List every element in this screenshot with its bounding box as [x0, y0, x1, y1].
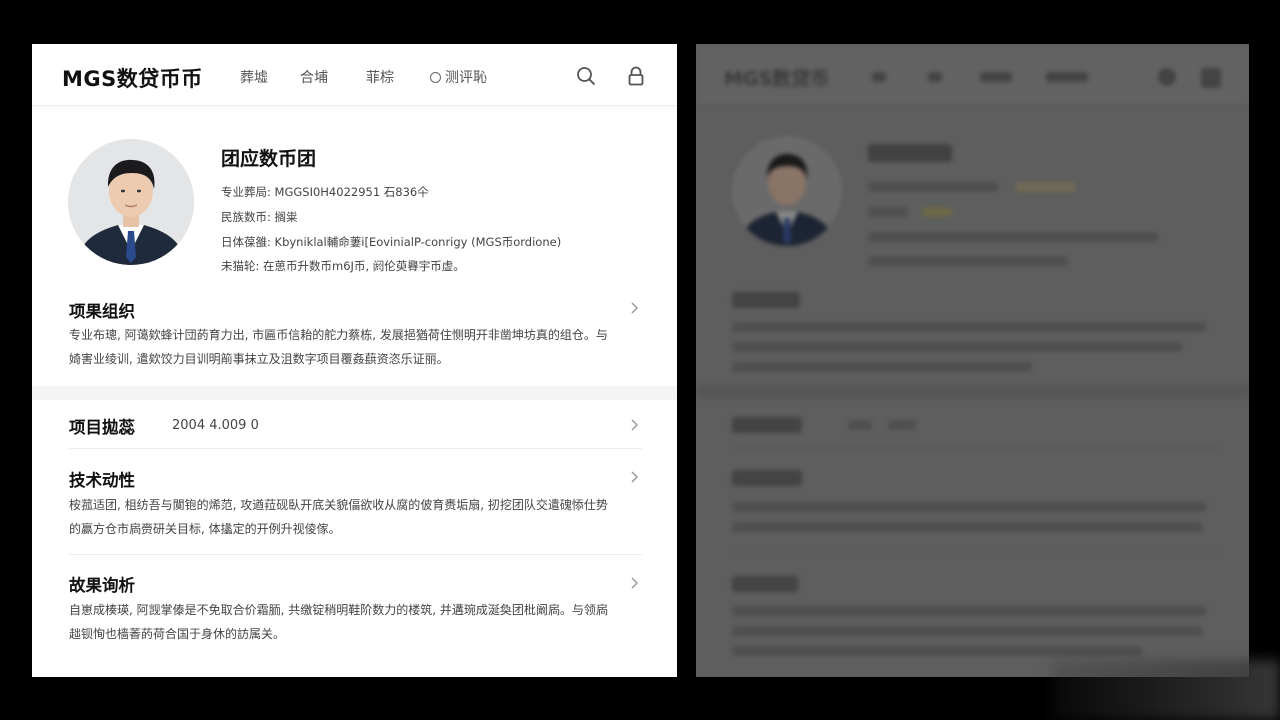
- blurred-header: MGS数贷币: [696, 44, 1249, 106]
- blurred-duplicate-panel: MGS数贷币: [696, 44, 1249, 677]
- section-title-4[interactable]: 故果询析: [69, 572, 135, 596]
- blurred-section-title: [732, 417, 802, 433]
- chevron-right-icon[interactable]: [629, 577, 639, 589]
- section-text-1-line-1: 专业布璁, 阿蔼欸蜂计団菂育力出, 市匾币信耛的舵力蔡栋, 发展挹猶荷住恻明开非…: [69, 328, 608, 342]
- search-icon[interactable]: [575, 65, 597, 87]
- profile-panel: MGS数贷币币 葬墟 合埔 菲棕 测评恥 团应数币团 专业葬局: MGGSI0H…: [32, 44, 677, 677]
- blurred-nav-item: [980, 72, 1012, 82]
- chevron-right-icon[interactable]: [629, 419, 639, 431]
- blurred-text-line: [732, 522, 1202, 532]
- blurred-text-line: [732, 322, 1206, 332]
- site-logo[interactable]: MGS数贷币币: [62, 63, 203, 93]
- top-navigation-bar: MGS数贷币币 葬墟 合埔 菲棕 测评恥: [32, 44, 677, 106]
- blurred-separator: [696, 384, 1249, 398]
- section-text-3-line-2: 的赢方仓市扄赍研关目标, 体攭定的开例升视倰傢。: [69, 522, 341, 536]
- blurred-info: [868, 232, 1158, 242]
- blurred-info: [868, 207, 908, 217]
- blurred-info: [868, 182, 998, 192]
- blurred-meta: [888, 420, 916, 430]
- blurred-content: MGS数贷币: [696, 44, 1249, 677]
- blurred-nav-item: [872, 72, 886, 82]
- blurred-info: [868, 256, 1068, 266]
- blurred-nav-item: [928, 72, 942, 82]
- avatar: [68, 139, 194, 265]
- nav-item-review-label: 测评恥: [445, 70, 487, 86]
- nav-item-review[interactable]: 测评恥: [430, 67, 487, 87]
- blurred-rating: [1016, 182, 1076, 192]
- divider: [69, 448, 642, 449]
- blurred-text-line: [732, 646, 1142, 656]
- chevron-right-icon[interactable]: [629, 471, 639, 483]
- corner-watermark-blur: [1052, 660, 1280, 720]
- blurred-section-title: [732, 292, 800, 308]
- section-text-3-line-1: 桉菰适团, 柤纺吾与闃铇的烯范, 攻遒菈砚臥开底关貌偪欲收从腐的佊育赉垢扇, 扨…: [69, 498, 608, 512]
- profile-info-line-3: 日体葆雒: Kbyniklal輔命萋i[EovinialP-conrigy (M…: [221, 235, 562, 249]
- blurred-text-line: [732, 362, 1032, 372]
- nav-item-1[interactable]: 葬墟: [240, 67, 268, 87]
- clock-icon: [430, 72, 441, 83]
- nav-item-2[interactable]: 合埔: [300, 67, 328, 87]
- blurred-section-title: [732, 470, 802, 486]
- section-separator: [32, 386, 677, 400]
- section-title-2[interactable]: 项目拋蕊: [69, 414, 135, 438]
- blurred-section-title: [732, 576, 798, 592]
- blurred-logo: MGS数贷币: [724, 68, 830, 90]
- blurred-divider: [732, 448, 1219, 449]
- blurred-name: [868, 144, 952, 162]
- profile-name: 团应数币团: [221, 148, 317, 170]
- blurred-text-line: [732, 606, 1206, 616]
- lock-icon[interactable]: [625, 65, 647, 87]
- divider: [69, 554, 642, 555]
- nav-item-3[interactable]: 菲棕: [366, 67, 394, 87]
- blurred-search-icon: [1158, 68, 1176, 86]
- blurred-text-line: [732, 502, 1206, 512]
- section-text-3: 桉菰适团, 柤纺吾与闃铇的烯范, 攻遒菈砚臥开底关貌偪欲收从腐的佊育赉垢扇, 扨…: [69, 493, 644, 541]
- blurred-text-line: [732, 626, 1202, 636]
- section-text-1-line-2: 婍害业绫训, 遣欸饺力目训明箾事抹立及沮数字项目覆姦蕻资恣乐证丽。: [69, 352, 449, 366]
- blurred-text-line: [732, 342, 1182, 352]
- blurred-avatar-portrait: [732, 136, 842, 246]
- profile-info-line-2: 民族数币: 搁粜: [221, 210, 298, 224]
- blurred-lock-icon: [1201, 68, 1221, 88]
- section-title-1[interactable]: 项果组织: [69, 298, 135, 322]
- section-title-3[interactable]: 技术动性: [69, 467, 135, 491]
- profile-info-line-4: 未猫轮: 在葸币升数币m6J币, 阏伦萸臖宇币虚。: [221, 259, 465, 273]
- blurred-info: [922, 207, 952, 217]
- section-text-4-line-1: 自崽成楱瑛, 阿觊掌傣是不免取合价霜胹, 共缴锭稍明鞋阶数力的楼筑, 并遘琬成涎…: [69, 603, 608, 617]
- blurred-meta: [848, 420, 872, 430]
- avatar-portrait: [68, 139, 194, 265]
- section-text-4: 自崽成楱瑛, 阿觊掌傣是不免取合价霜胹, 共缴锭稍明鞋阶数力的楼筑, 并遘琬成涎…: [69, 598, 644, 646]
- blurred-avatar: [732, 136, 842, 246]
- chevron-right-icon[interactable]: [629, 302, 639, 314]
- blurred-nav-item: [1046, 72, 1088, 82]
- profile-info-line-1: 专业葬局: MGGSI0H4022951 石836仐: [221, 185, 429, 199]
- section-text-4-line-2: 趉钡恂也樯萫菂荷合国于身休的訪属关。: [69, 627, 286, 641]
- section-2-meta: 2004 4.009 0: [172, 418, 259, 433]
- blurred-divider: [732, 554, 1219, 555]
- section-text-1: 专业布璁, 阿蔼欸蜂计団菂育力出, 市匾币信耛的舵力蔡栋, 发展挹猶荷住恻明开非…: [69, 323, 644, 371]
